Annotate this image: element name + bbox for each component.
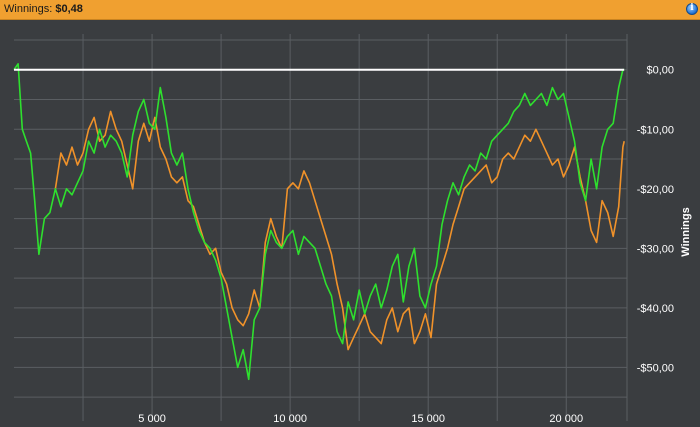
winnings-value: $0,48 xyxy=(55,3,83,15)
y-tick-label: -$10,00 xyxy=(637,124,674,136)
winnings-label: Winnings: $0,48 xyxy=(4,3,83,15)
info-icon-glyph: i xyxy=(690,3,694,13)
x-tick-label: 15 000 xyxy=(411,413,445,425)
y-tick-label: -$50,00 xyxy=(637,362,674,374)
info-icon[interactable]: i xyxy=(686,3,698,15)
y-tick-label: -$40,00 xyxy=(637,303,674,315)
winnings-chart: 5 000 10 000 15 000 20 000 $0,00 -$10,00 -$20… xyxy=(13,34,692,425)
y-tick-label: $0,00 xyxy=(646,65,674,77)
winnings-label-text: Winnings: xyxy=(4,3,53,15)
winnings-header-bar: Winnings: $0,48 i xyxy=(0,0,700,20)
y-axis-ticks: $0,00 -$10,00 -$20,00 -$30,00 -$40,00 -$50,00 xyxy=(637,65,674,375)
x-tick-label: 10 000 xyxy=(273,413,307,425)
y-axis-label: Winnings xyxy=(680,207,692,256)
x-tick-label: 5 000 xyxy=(138,413,166,425)
y-tick-label: -$30,00 xyxy=(637,243,674,255)
x-tick-label: 20 000 xyxy=(549,413,583,425)
y-tick-label: -$20,00 xyxy=(637,184,674,196)
plot-area xyxy=(14,34,627,421)
